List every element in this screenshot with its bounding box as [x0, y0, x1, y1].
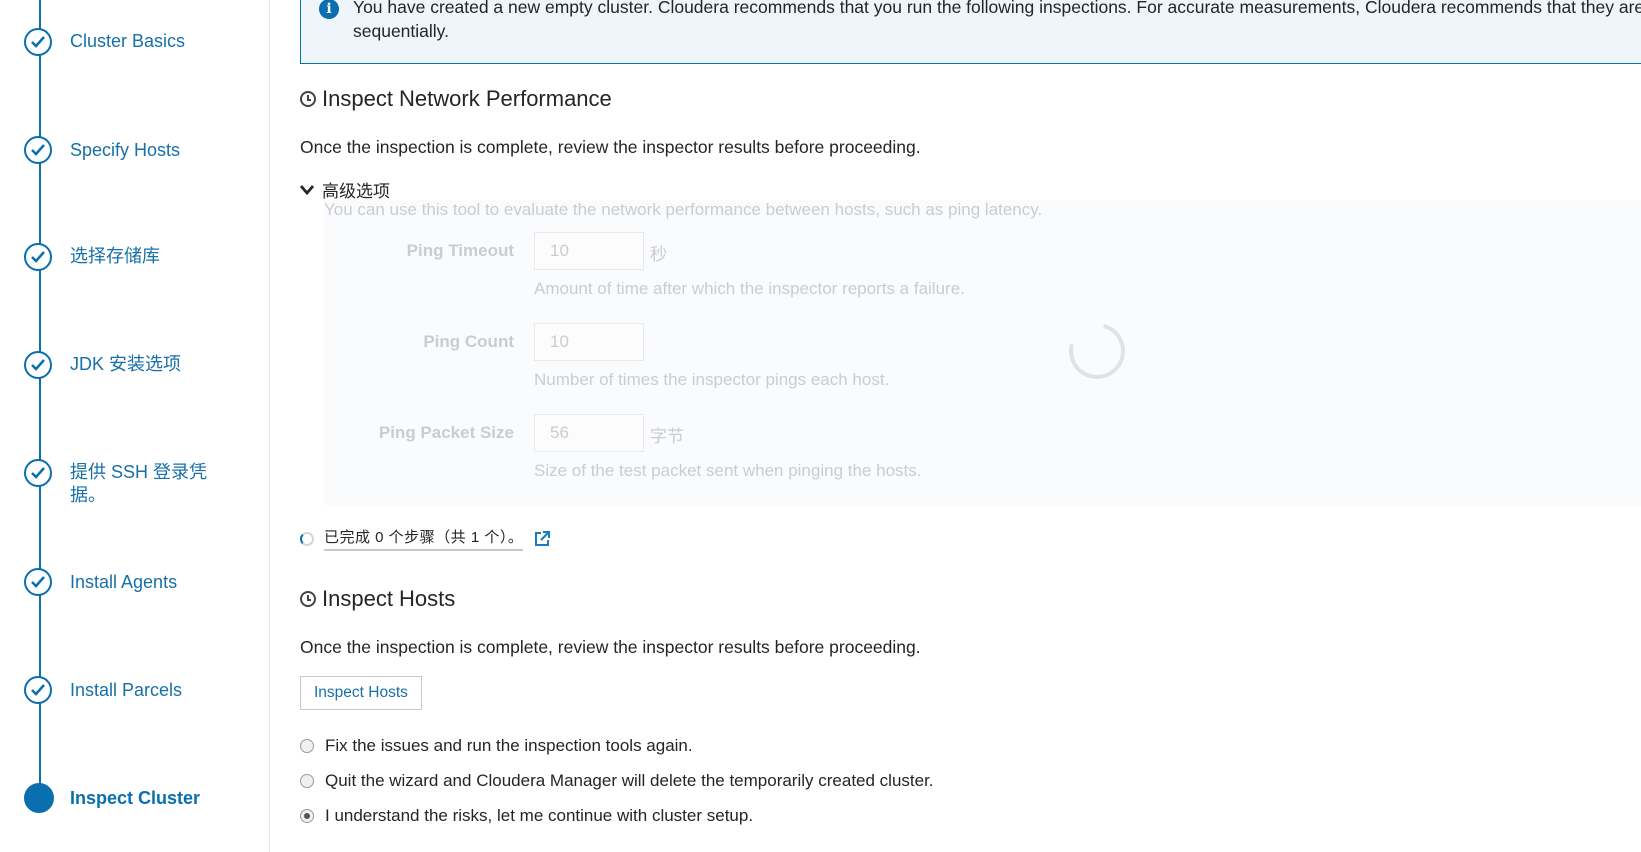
inspect-hosts-button[interactable]: Inspect Hosts	[300, 676, 422, 710]
ping-packet-unit: 字节	[650, 427, 684, 446]
option-label: Fix the issues and run the inspection to…	[325, 736, 693, 755]
current-step-icon	[24, 783, 54, 813]
option-continue-setup[interactable]: I understand the risks, let me continue …	[300, 806, 753, 826]
advanced-options-panel: You can use this tool to evaluate the ne…	[324, 200, 1641, 505]
info-line-1: You have created a new empty cluster. Cl…	[353, 0, 1641, 17]
ping-count-input[interactable]: 10	[534, 323, 644, 361]
ping-count-label: Ping Count	[423, 332, 514, 351]
ping-count-help: Number of times the inspector pings each…	[534, 370, 890, 389]
network-progress: 已完成 0 个步骤（共 1 个）。	[300, 526, 551, 551]
option-label: Quit the wizard and Cloudera Manager wil…	[325, 771, 934, 790]
radio-button[interactable]	[300, 774, 314, 788]
option-fix-issues[interactable]: Fix the issues and run the inspection to…	[300, 736, 693, 756]
info-icon: i	[319, 0, 339, 19]
radio-button-selected[interactable]	[300, 809, 314, 823]
info-message: You have created a new empty cluster. Cl…	[353, 0, 1641, 43]
network-description: Once the inspection is complete, review …	[300, 137, 921, 157]
loading-spinner-icon	[1058, 312, 1136, 390]
hosts-title-text: Inspect Hosts	[322, 586, 456, 611]
option-label: I understand the risks, let me continue …	[325, 806, 754, 825]
advanced-intro-text: You can use this tool to evaluate the ne…	[324, 200, 1043, 219]
external-link-icon[interactable]	[533, 530, 551, 548]
check-icon	[24, 568, 52, 596]
chevron-down-icon	[299, 182, 315, 198]
advanced-options-label: 高级选项	[322, 182, 390, 201]
check-icon	[24, 459, 52, 487]
progress-text[interactable]: 已完成 0 个步骤（共 1 个）。	[324, 526, 524, 551]
step-label: Install Agents	[70, 572, 178, 592]
ping-timeout-help: Amount of time after which the inspector…	[534, 279, 965, 298]
step-label: 选择存储库	[70, 246, 160, 266]
step-label: 提供 SSH 登录凭据。	[70, 462, 208, 505]
ping-packet-label: Ping Packet Size	[378, 423, 514, 442]
main-content: i You have created a new empty cluster. …	[270, 0, 1641, 852]
step-label: JDK 安装选项	[70, 354, 182, 374]
step-label: Cluster Basics	[70, 31, 186, 51]
clock-icon	[300, 591, 316, 607]
wizard-page: Cluster Basics Specify Hosts 选择存储库 JDK 安…	[0, 0, 1641, 852]
step-label: Specify Hosts	[70, 140, 181, 160]
step-label: Inspect Cluster	[70, 788, 201, 808]
info-alert: i You have created a new empty cluster. …	[300, 0, 1641, 64]
check-icon	[24, 28, 52, 56]
option-quit-wizard[interactable]: Quit the wizard and Cloudera Manager wil…	[300, 771, 934, 791]
clock-icon	[300, 91, 316, 107]
check-icon	[24, 136, 52, 164]
ping-timeout-label: Ping Timeout	[406, 241, 514, 260]
check-icon	[24, 351, 52, 379]
ping-timeout-input[interactable]: 10	[534, 232, 644, 270]
ping-packet-help: Size of the test packet sent when pingin…	[534, 461, 922, 480]
wizard-steps-sidebar: Cluster Basics Specify Hosts 选择存储库 JDK 安…	[0, 0, 270, 852]
check-icon	[24, 676, 52, 704]
step-label: Install Parcels	[70, 680, 183, 700]
ping-timeout-unit: 秒	[650, 245, 667, 264]
info-line-2: sequentially.	[353, 21, 449, 41]
network-section-title: Inspect Network Performance	[300, 86, 612, 112]
hosts-section-title: Inspect Hosts	[300, 586, 455, 612]
network-title-text: Inspect Network Performance	[322, 86, 612, 111]
check-icon	[24, 243, 52, 271]
ping-packet-input[interactable]: 56	[534, 414, 644, 452]
radio-button[interactable]	[300, 739, 314, 753]
advanced-options-toggle[interactable]: 高级选项	[299, 177, 390, 202]
hosts-description: Once the inspection is complete, review …	[300, 637, 921, 657]
progress-spinner-icon	[300, 531, 314, 546]
